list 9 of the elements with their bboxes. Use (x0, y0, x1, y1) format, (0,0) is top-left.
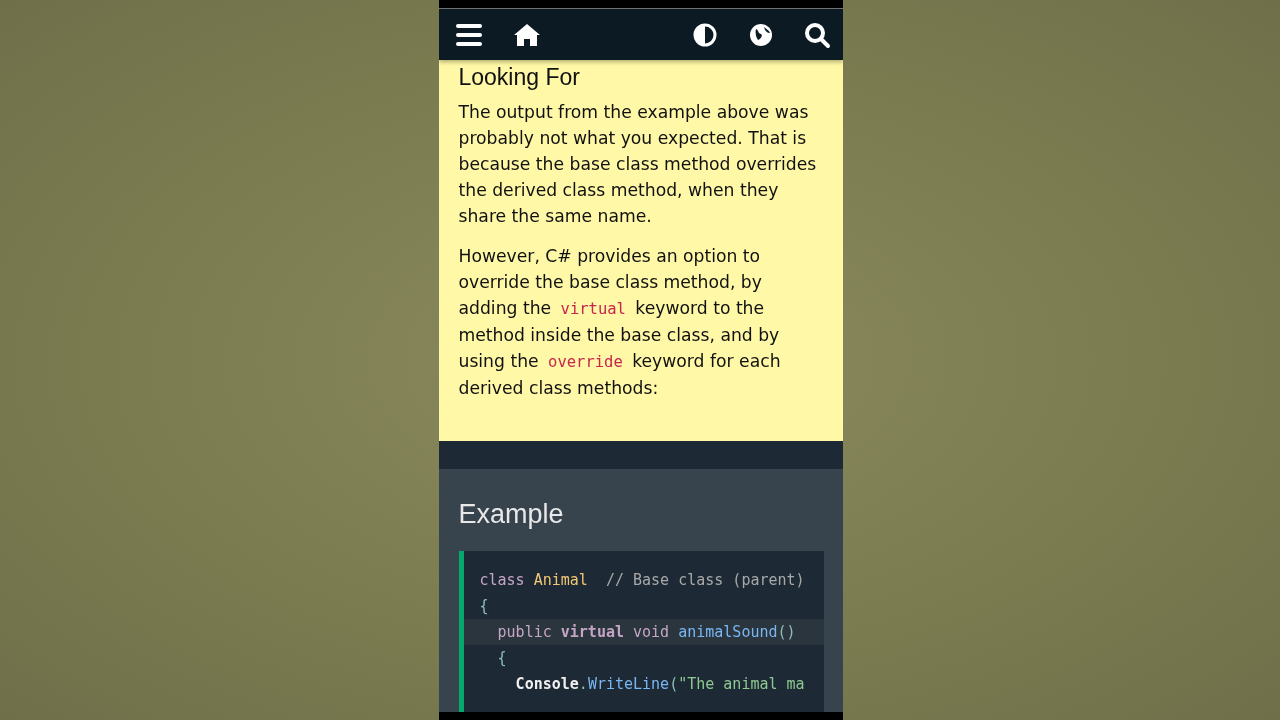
search-icon-button[interactable] (802, 20, 831, 49)
code-line: { (478, 596, 490, 617)
example-heading: Example (458, 498, 565, 531)
paragraph: The output from the example above was probably not what you expected. That is because the base class method overrides the derived class method, when they share the same name. (458, 101, 818, 228)
paragraph: However, C# provides an option to override the base class method, by adding the virtual keyword to the method inside the base class, and by using the override keyword for each derived class methods: (458, 245, 782, 400)
code-line: { (496, 648, 508, 669)
code-line: class Animal // Base class (parent) (478, 570, 806, 591)
section-heading: Looking For (458, 63, 581, 91)
code-line: Console.WriteLine("The animal ma (514, 674, 806, 695)
